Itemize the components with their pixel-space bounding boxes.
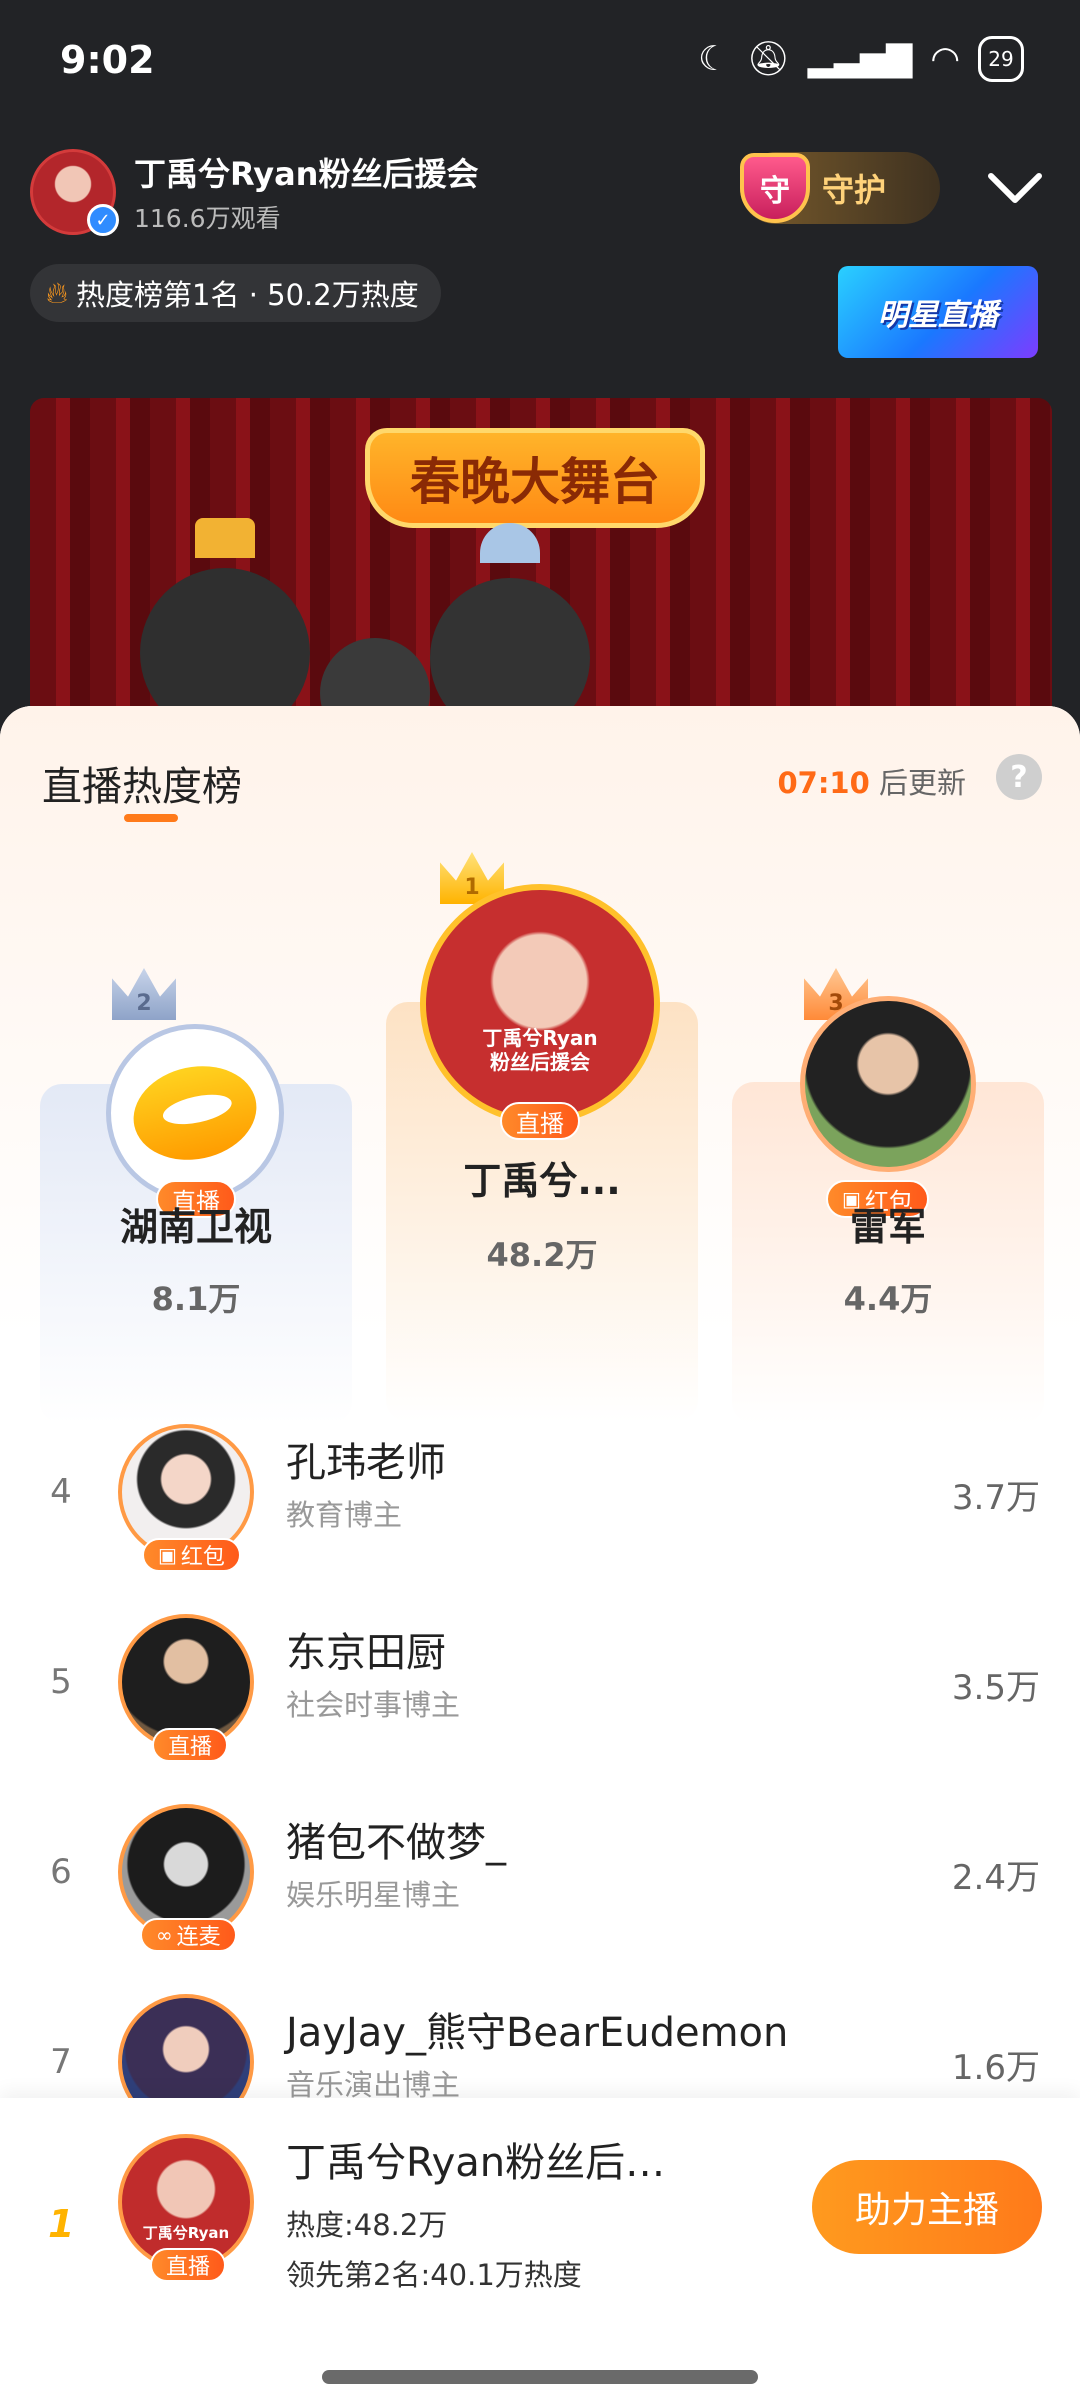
crown-ornament [480,523,540,563]
heat-value: 3.7万 [951,1478,1040,1518]
streamer-name: JayJay_熊守BearEudemon [286,2010,789,2056]
mute-icon: 🔕︎ [746,39,790,79]
guard-label: 守护 [822,171,887,209]
star-live-banner[interactable]: 明星直播 [838,266,1038,358]
home-indicator[interactable] [322,2370,758,2384]
co-stream-tag: ∞ 连麦 [140,1918,237,1952]
rank-number: 7 [50,2042,72,2082]
my-stream-name: 丁禹兮Ryan粉丝后… [286,2140,666,2186]
heat-value: 3.5万 [951,1668,1040,1708]
live-tag: 直播 [152,1728,229,1762]
rank-number: 5 [50,1662,72,1702]
list-item[interactable]: 5 直播 东京田厨 社会时事博主 3.5万 [0,1614,1080,1764]
live-tag: 直播 [150,2248,227,2282]
my-rank-number: 1 [48,2202,75,2246]
live-tag: 直播 [500,1102,580,1140]
host-name: 丁禹兮Ryan粉丝后援会 [134,155,479,193]
character-illustration [430,578,590,718]
red-packet-icon: ▣ [158,1543,177,1567]
streamer-category: 教育博主 [286,1498,403,1532]
heat-rank-chip[interactable]: 🔥︎ 热度榜第1名 · 50.2万热度 [30,264,441,322]
sheet-title: 直播热度榜 [42,764,242,810]
heat-value: 1.6万 [951,2048,1040,2088]
shield-icon: 守 [740,153,810,223]
current-stream-rank-bar: 1 丁禹兮Ryan 直播 丁禹兮Ryan粉丝后… 热度:48.2万 领先第2名:… [0,2098,1080,2400]
list-item[interactable]: 4 ▣ 红包 孔玮老师 教育博主 3.7万 [0,1424,1080,1574]
character-illustration [140,568,310,718]
podium-name-2: 湖南卫视 [119,1205,272,1249]
moon-icon: ☾ [698,39,729,79]
chevron-down-icon[interactable] [985,158,1045,218]
streamer-category: 娱乐明星博主 [286,1878,461,1912]
rank-number: 4 [50,1472,72,1512]
list-item[interactable]: 6 ∞ 连麦 猪包不做梦_ 娱乐明星博主 2.4万 [0,1804,1080,1954]
fire-icon: 🔥︎ [46,275,69,311]
verified-icon: ✓ [87,204,119,236]
heat-value: 2.4万 [951,1858,1040,1898]
heat-rank-text: 热度榜第1名 · 50.2万热度 [76,278,419,312]
podium-value-3: 4.4万 [843,1280,933,1318]
podium-name-3: 雷军 [849,1205,926,1249]
avatar-dingyuxi-fanclub[interactable]: 丁禹兮Ryan 粉丝后援会 [420,884,660,1124]
streamer-name: 东京田厨 [286,1630,446,1676]
streamer-category: 社会时事博主 [286,1688,461,1722]
link-icon: ∞ [156,1923,173,1947]
stage-title: 春晚大舞台 [365,428,705,528]
live-host-info[interactable]: ✓ 丁禹兮Ryan粉丝后援会 116.6万观看 [30,142,510,242]
live-video[interactable]: 春晚大舞台 [30,398,1052,718]
streamer-name: 孔玮老师 [286,1440,446,1486]
host-avatar[interactable]: ✓ [30,149,119,236]
viewer-count: 116.6万观看 [134,204,281,233]
crown-ornament [195,518,255,558]
mango-tv-logo [124,1055,266,1171]
avatar-lei-jun[interactable] [800,996,976,1172]
avatar-hunan-tv[interactable] [106,1024,284,1202]
podium-value-2: 8.1万 [151,1280,241,1318]
guard-button[interactable]: 守 守护 [740,152,940,224]
signal-icon: ▂▃▅▇ [807,39,913,79]
red-packet-tag: ▣ 红包 [142,1538,241,1572]
lead-gap: 领先第2名:40.1万热度 [286,2258,582,2292]
help-icon[interactable]: ? [996,754,1042,800]
rank-number: 6 [50,1852,72,1892]
my-heat: 热度:48.2万 [286,2208,448,2242]
status-bar: 9:02 ☾ 🔕︎ ▂▃▅▇ ◠ 29 [0,0,1080,120]
rabbit-icon: 29 [978,36,1024,82]
status-time: 9:02 [60,38,155,82]
title-underline [124,814,178,822]
podium-name-1: 丁禹兮... [463,1159,621,1203]
podium-value-1: 48.2万 [486,1236,598,1274]
wifi-icon: ◠ [930,39,960,79]
boost-streamer-button[interactable]: 助力主播 [812,2160,1042,2254]
streamer-name: 猪包不做梦_ [286,1820,506,1866]
update-countdown: 07:10 后更新 [777,766,966,800]
status-icons: ☾ 🔕︎ ▂▃▅▇ ◠ 29 [698,36,1024,82]
